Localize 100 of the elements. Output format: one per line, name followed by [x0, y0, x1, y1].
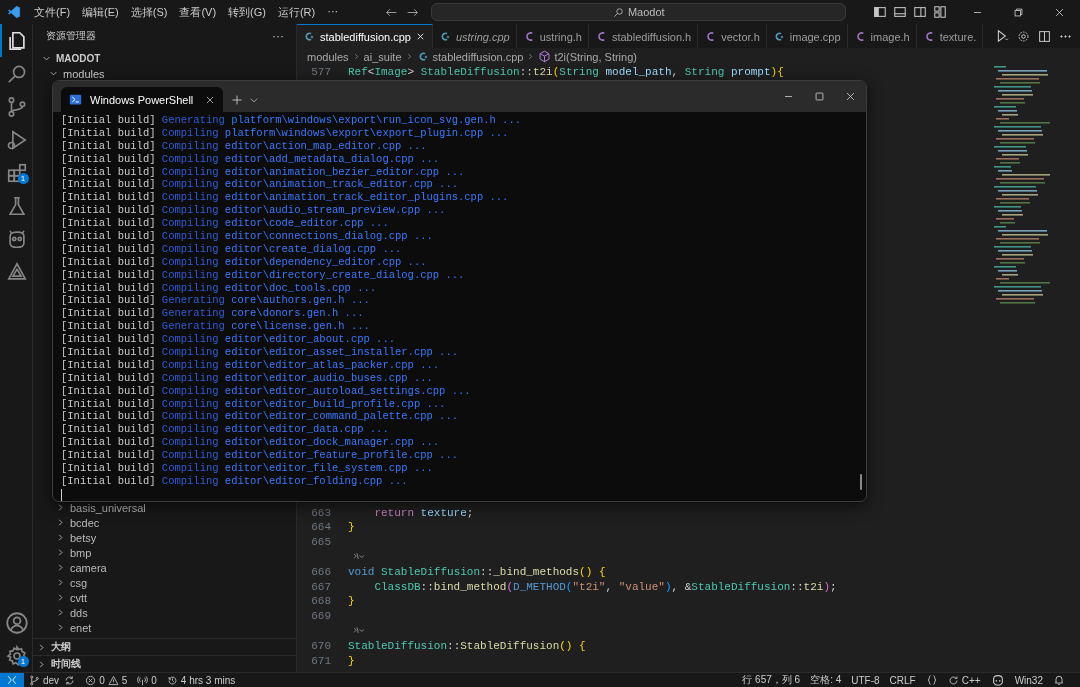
menu-item[interactable]: 选择(S): [125, 2, 173, 22]
account-icon[interactable]: [5, 610, 29, 635]
menu-item[interactable]: 查看(V): [174, 2, 222, 22]
split-editor-icon[interactable]: [1038, 29, 1051, 43]
editor-tab[interactable]: vector.h: [698, 24, 767, 48]
tree-item[interactable]: dds: [70, 606, 88, 619]
editor-tab[interactable]: image.h: [847, 24, 917, 48]
tree-item[interactable]: basis_universal: [70, 501, 146, 514]
menu-item[interactable]: 运行(R): [272, 2, 321, 22]
more-actions[interactable]: ···: [272, 29, 284, 43]
status-item[interactable]: CRLF: [889, 674, 916, 686]
error-count[interactable]: 0: [99, 674, 105, 686]
tree-item[interactable]: csg: [70, 576, 88, 589]
editor-tab[interactable]: stablediffusion.h: [588, 24, 699, 48]
tree-item[interactable]: modules: [63, 67, 105, 80]
editor-tab[interactable]: image.cpp: [766, 24, 848, 48]
status-item[interactable]: 空格: 4: [810, 673, 842, 687]
terminal-line: [Initial build] Compiling editor\dependency_editor.cpp ...: [61, 255, 427, 269]
flask-icon[interactable]: [6, 194, 28, 217]
folder-root[interactable]: MAODOT: [56, 53, 101, 64]
tree-item[interactable]: cvtt: [70, 591, 88, 604]
close-icon[interactable]: [845, 91, 856, 102]
panel-header[interactable]: 大纲: [51, 640, 71, 654]
search-icon: [612, 6, 624, 18]
line-number: 671: [310, 654, 331, 667]
tree-item[interactable]: camera: [70, 561, 107, 574]
terminal-line: [Initial build] Compiling editor\doc_tools.cpp ...: [61, 281, 377, 295]
breadcrumb-item[interactable]: modules: [307, 50, 349, 63]
copilot-icon[interactable]: [990, 673, 1005, 687]
editor-tab[interactable]: texture.: [916, 24, 984, 48]
terminal-line: [Initial build] Compiling editor\action_map_editor.cpp ...: [61, 139, 427, 153]
line-number: 664: [310, 521, 331, 534]
new-tab-icon[interactable]: [231, 93, 243, 106]
sidebar-title: 资源管理器: [46, 29, 96, 43]
terminal-tab[interactable]: Windows PowerShell: [61, 87, 223, 112]
warning-count[interactable]: 5: [121, 674, 128, 686]
terminal-line: [Initial build] Compiling editor\add_metadata_dialog.cpp ...: [61, 152, 440, 166]
breadcrumb-item[interactable]: stablediffusion.cpp: [432, 50, 524, 63]
branch-icon: [29, 674, 40, 686]
settings-icon[interactable]: [1017, 29, 1030, 43]
sync-icon[interactable]: [64, 674, 76, 686]
code-line: }: [348, 521, 355, 534]
terminal-line: [Initial build] Compiling editor\editor_file_system.cpp ...: [61, 462, 433, 475]
tree-item[interactable]: betsy: [70, 531, 97, 544]
text-cursor: [61, 488, 62, 501]
terminal-line: [Initial build] Compiling editor\editor_data.cpp ...: [61, 423, 389, 437]
remote-button[interactable]: [0, 673, 24, 687]
command-search-field[interactable]: Maodot: [431, 3, 847, 21]
count-badge: 1: [17, 173, 29, 184]
braces-icon[interactable]: [925, 674, 938, 686]
scrollbar[interactable]: [860, 473, 862, 490]
source-control-icon[interactable]: [6, 95, 28, 118]
settings-icon[interactable]: [6, 644, 28, 667]
powershell-icon: [69, 93, 82, 106]
status-item[interactable]: UTF-8: [851, 674, 880, 686]
code-line: ClassDB::bind_method(D_METHOD("t2i", "value"), &StableDiffusion::t2i);: [373, 580, 837, 593]
ports-count[interactable]: 0: [151, 674, 157, 686]
antenna-icon: [137, 674, 149, 686]
toggle-panel-icon[interactable]: [893, 5, 907, 19]
close-icon[interactable]: [205, 94, 215, 105]
terminal-line: [Initial build] Compiling editor\editor_autoload_settings.cpp ...: [61, 384, 471, 398]
terminal-line: [Initial build] Generating core\authors.gen.h ...: [61, 294, 370, 308]
tree-item[interactable]: bcdec: [70, 516, 100, 529]
breadcrumb-item[interactable]: t2i(String, String): [554, 50, 637, 63]
chevron-right-icon: [526, 52, 536, 61]
line-number: 666: [310, 565, 331, 578]
menu-item[interactable]: 文件(F): [29, 2, 76, 22]
editor-tab[interactable]: ustring.h: [516, 24, 589, 48]
cube-icon: [538, 50, 552, 63]
run-debug-icon[interactable]: [6, 128, 28, 151]
bell-icon[interactable]: [1053, 674, 1065, 686]
files-icon[interactable]: [6, 29, 28, 52]
extensions-icon[interactable]: [6, 161, 28, 184]
restore-icon[interactable]: [1013, 6, 1024, 18]
menu-item[interactable]: 编辑(E): [77, 2, 124, 22]
line-number: 663: [310, 506, 331, 519]
terminal-line: [Initial build] Compiling editor\editor_asset_installer.cpp ...: [61, 346, 458, 359]
shapes-icon[interactable]: [6, 260, 28, 283]
terminal-line: [Initial build] Compiling editor\animation_track_editor_plugins.cpp ...: [61, 191, 509, 205]
status-item[interactable]: Win32: [1014, 674, 1043, 686]
panel-header[interactable]: 时间线: [51, 657, 81, 671]
tree-item[interactable]: bmp: [70, 546, 92, 559]
editor-tab[interactable]: stablediffusion.cpp: [297, 24, 433, 48]
editor-tab[interactable]: ustring.cpp: [432, 24, 517, 48]
breadcrumb-item[interactable]: ai_suite: [363, 50, 402, 63]
close-icon[interactable]: [1054, 6, 1065, 18]
menu-item[interactable]: 转到(G): [223, 2, 271, 22]
toggle-secondary-sidebar-icon[interactable]: [913, 5, 927, 19]
language-mode[interactable]: C++: [961, 674, 981, 686]
status-item[interactable]: 行 657，列 6: [742, 673, 801, 687]
customize-layout-icon[interactable]: [933, 5, 947, 19]
minimap-drawing[interactable]: [994, 66, 1050, 306]
branch-name[interactable]: dev: [43, 674, 60, 686]
code-line: void StableDiffusion::_bind_methods() {: [348, 565, 606, 578]
line-number: 669: [310, 610, 331, 623]
menu-item[interactable]: ···: [322, 2, 344, 22]
toggle-sidebar-icon[interactable]: [873, 5, 887, 19]
time-tracker[interactable]: 4 hrs 3 mins: [180, 674, 236, 686]
tree-item[interactable]: enet: [70, 621, 92, 634]
maximize-icon[interactable]: [814, 91, 825, 102]
